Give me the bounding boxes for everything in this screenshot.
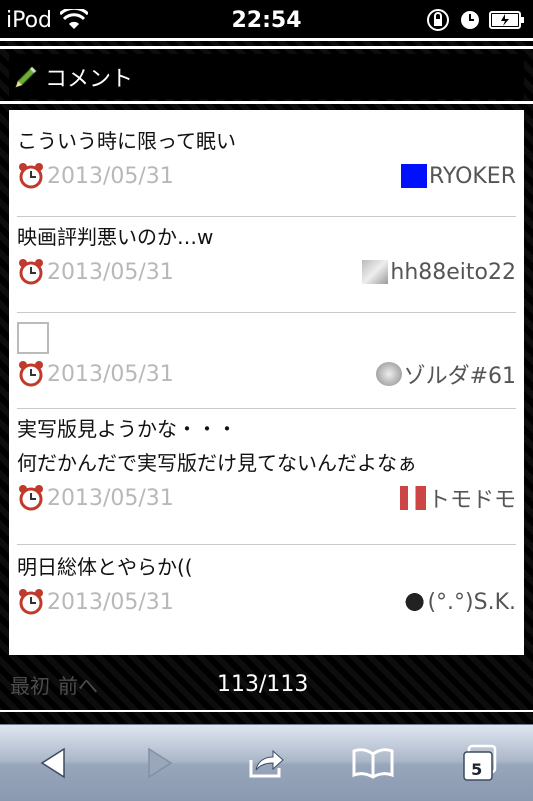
share-icon — [249, 749, 285, 778]
comment-section-header: コメント — [9, 54, 524, 99]
pencil-icon — [15, 65, 37, 88]
comment-date: 2013/05/31 — [17, 360, 174, 388]
section-title: コメント — [45, 66, 134, 92]
avatar — [362, 260, 389, 284]
comment-text: 明日総体とやらか(( — [17, 555, 193, 579]
browser-toolbar: 5 — [0, 724, 533, 801]
pager-prev-link[interactable]: 前へ — [58, 670, 98, 699]
comment-list: こういう時に限って眠い 2013/05/31 RYOKER 映画評判悪いのか…w — [9, 110, 524, 655]
divider — [0, 46, 533, 49]
back-arrow-icon — [40, 747, 66, 779]
list-item[interactable]: 映画評判悪いのか…w 2013/05/31 hh88eito22 — [17, 220, 516, 313]
comment-author[interactable]: ゾルダ#61 — [375, 358, 516, 390]
list-item[interactable]: 2013/05/31 ゾルダ#61 — [17, 316, 516, 409]
carrier-label: iPod — [6, 7, 53, 33]
comment-author[interactable]: hh88eito22 — [362, 260, 516, 285]
list-item[interactable]: 実写版見ようかな・・・ 何だかんだで実写版だけ見てないんだよなぁ 2013/05… — [17, 412, 516, 545]
tabs-count: 5 — [471, 759, 483, 779]
alarm-clock-icon — [19, 485, 43, 511]
avatar — [399, 590, 426, 614]
share-button[interactable] — [236, 738, 296, 788]
bookmarks-book-icon — [352, 748, 394, 779]
comment-text: こういう時に限って眠い — [17, 129, 236, 153]
comment-date: 2013/05/31 — [17, 258, 174, 286]
comment-date: 2013/05/31 — [17, 484, 174, 512]
forward-arrow-icon — [148, 747, 173, 779]
page-counter: 113/113 — [217, 671, 309, 697]
list-item[interactable]: 明日総体とやらか(( 2013/05/31 (°.°)S.K. — [17, 550, 516, 642]
avatar — [400, 164, 427, 188]
alarm-clock-icon — [19, 259, 43, 285]
broken-image-placeholder — [17, 322, 49, 354]
avatar — [399, 486, 426, 510]
rotation-lock-icon — [425, 7, 451, 33]
comment-date: 2013/05/31 — [17, 588, 174, 616]
alarm-clock-icon — [19, 361, 43, 387]
alarm-clock-icon — [19, 163, 43, 189]
alarm-status-icon — [459, 9, 481, 31]
status-bar: iPod 22:54 — [0, 0, 533, 40]
back-button[interactable] — [23, 738, 83, 788]
divider — [0, 101, 533, 104]
comment-author[interactable]: トモドモ — [399, 482, 516, 514]
comment-date: 2013/05/31 — [17, 162, 174, 190]
list-item[interactable]: こういう時に限って眠い 2013/05/31 RYOKER — [17, 124, 516, 217]
comment-text: 何だかんだで実写版だけ見てないんだよなぁ — [17, 451, 417, 475]
comment-text: 映画評判悪いのか…w — [17, 225, 214, 249]
battery-icon — [489, 10, 525, 30]
comment-text: 実写版見ようかな・・・ — [17, 417, 237, 441]
avatar — [375, 362, 402, 386]
pager-first-link[interactable]: 最初 — [10, 670, 50, 699]
alarm-clock-icon — [19, 589, 43, 615]
wifi-icon — [60, 9, 89, 31]
comment-author[interactable]: (°.°)S.K. — [399, 590, 516, 615]
tabs-button[interactable]: 5 — [450, 738, 510, 788]
bookmarks-button[interactable] — [343, 738, 403, 788]
divider — [0, 38, 533, 41]
comment-author[interactable]: RYOKER — [400, 164, 516, 189]
pagination: 最初 前へ 113/113 — [0, 664, 533, 704]
forward-button[interactable] — [130, 738, 190, 788]
divider — [0, 710, 533, 712]
